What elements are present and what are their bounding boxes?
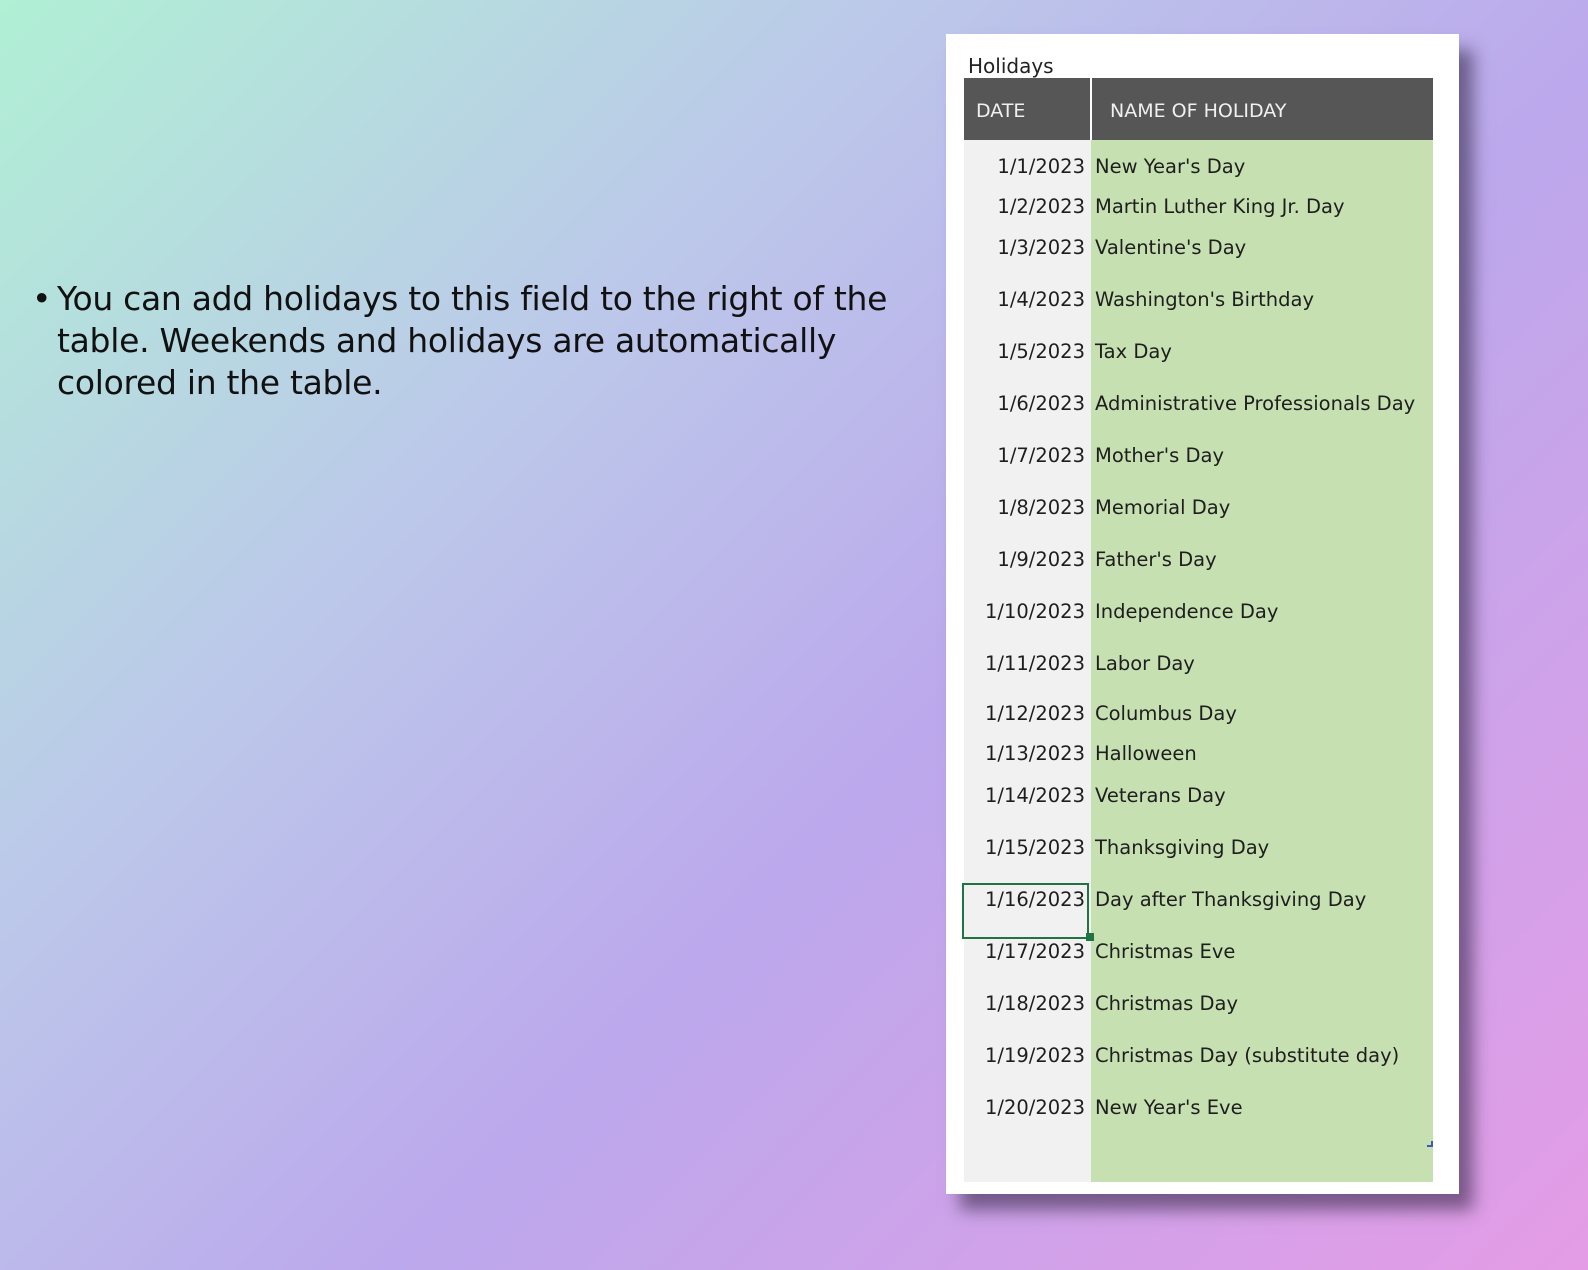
description-item: • You can add holidays to this field to … [30, 278, 890, 404]
date-cell[interactable]: 1/3/2023 [964, 226, 1085, 270]
table-row: 1/20/2023 New Year's Eve [964, 1086, 1433, 1130]
date-cell[interactable]: 1/2/2023 [964, 185, 1085, 229]
table-row: 1/1/2023 New Year's Day [964, 145, 1433, 189]
bullet-icon: • [32, 279, 52, 318]
table-row: 1/3/2023 Valentine's Day [964, 226, 1433, 270]
holiday-name-cell[interactable]: Tax Day [1095, 330, 1433, 374]
holiday-name-cell[interactable]: Thanksgiving Day [1095, 826, 1433, 870]
description-text: You can add holidays to this field to th… [57, 279, 888, 402]
table-resize-handle[interactable] [1427, 1141, 1433, 1147]
holiday-name-cell[interactable]: Mother's Day [1095, 434, 1433, 478]
holiday-name-cell[interactable]: Columbus Day [1095, 692, 1433, 736]
table-row: 1/2/2023 Martin Luther King Jr. Day [964, 185, 1433, 229]
date-cell[interactable]: 1/9/2023 [964, 538, 1085, 582]
table-row: 1/10/2023 Independence Day [964, 590, 1433, 634]
date-cell[interactable]: 1/12/2023 [964, 692, 1085, 736]
date-cell[interactable]: 1/10/2023 [964, 590, 1085, 634]
table-row: 1/11/2023 Labor Day [964, 642, 1433, 686]
holiday-name-cell[interactable]: Christmas Day (substitute day) [1095, 1034, 1433, 1078]
fill-handle[interactable] [1086, 933, 1094, 941]
date-cell[interactable]: 1/7/2023 [964, 434, 1085, 478]
holiday-name-cell[interactable]: Halloween [1095, 732, 1433, 776]
date-cell[interactable]: 1/1/2023 [964, 145, 1085, 189]
table-row: 1/18/2023 Christmas Day [964, 982, 1433, 1026]
date-cell[interactable]: 1/13/2023 [964, 732, 1085, 776]
table-row: 1/12/2023 Columbus Day [964, 692, 1433, 736]
holiday-name-cell[interactable]: Father's Day [1095, 538, 1433, 582]
holidays-sheet: Holidays DATE NAME OF HOLIDAY 1/1/2023 Ne… [946, 34, 1459, 1194]
table-row: 1/15/2023 Thanksgiving Day [964, 826, 1433, 870]
date-cell[interactable]: 1/8/2023 [964, 486, 1085, 530]
table-row: 1/13/2023 Halloween [964, 732, 1433, 776]
holiday-name-cell[interactable]: Valentine's Day [1095, 226, 1433, 270]
date-cell[interactable]: 1/14/2023 [964, 774, 1085, 818]
date-cell[interactable]: 1/18/2023 [964, 982, 1085, 1026]
table-row: 1/8/2023 Memorial Day [964, 486, 1433, 530]
holiday-name-cell[interactable]: Christmas Day [1095, 982, 1433, 1026]
table-row: 1/5/2023 Tax Day [964, 330, 1433, 374]
date-cell[interactable]: 1/6/2023 [964, 382, 1085, 426]
holiday-rows: 1/1/2023 New Year's Day 1/2/2023 Martin Lut… [964, 34, 1433, 1194]
date-cell[interactable]: 1/15/2023 [964, 826, 1085, 870]
holiday-name-cell[interactable]: Labor Day [1095, 642, 1433, 686]
holiday-name-cell[interactable]: Administrative Professionals Day [1095, 382, 1433, 426]
holiday-name-cell[interactable]: Memorial Day [1095, 486, 1433, 530]
table-row: 1/9/2023 Father's Day [964, 538, 1433, 582]
selected-cell-outline[interactable] [962, 883, 1089, 939]
table-row: 1/4/2023 Washington's Birthday [964, 278, 1433, 322]
date-cell[interactable]: 1/11/2023 [964, 642, 1085, 686]
table-row: 1/19/2023 Christmas Day (substitute day) [964, 1034, 1433, 1078]
description-list: • You can add holidays to this field to … [30, 278, 890, 404]
holiday-name-cell[interactable]: Day after Thanksgiving Day [1095, 878, 1433, 922]
holiday-name-cell[interactable]: Independence Day [1095, 590, 1433, 634]
table-row: 1/14/2023 Veterans Day [964, 774, 1433, 818]
table-row: 1/7/2023 Mother's Day [964, 434, 1433, 478]
date-cell[interactable]: 1/20/2023 [964, 1086, 1085, 1130]
holiday-name-cell[interactable]: Washington's Birthday [1095, 278, 1433, 322]
holiday-name-cell[interactable]: Veterans Day [1095, 774, 1433, 818]
holiday-name-cell[interactable]: New Year's Day [1095, 145, 1433, 189]
date-cell[interactable]: 1/19/2023 [964, 1034, 1085, 1078]
holiday-name-cell[interactable]: Christmas Eve [1095, 930, 1433, 974]
date-cell[interactable]: 1/5/2023 [964, 330, 1085, 374]
holiday-name-cell[interactable]: Martin Luther King Jr. Day [1095, 185, 1433, 229]
date-cell[interactable]: 1/4/2023 [964, 278, 1085, 322]
table-row: 1/6/2023 Administrative Professionals Day [964, 382, 1433, 426]
holiday-name-cell[interactable]: New Year's Eve [1095, 1086, 1433, 1130]
